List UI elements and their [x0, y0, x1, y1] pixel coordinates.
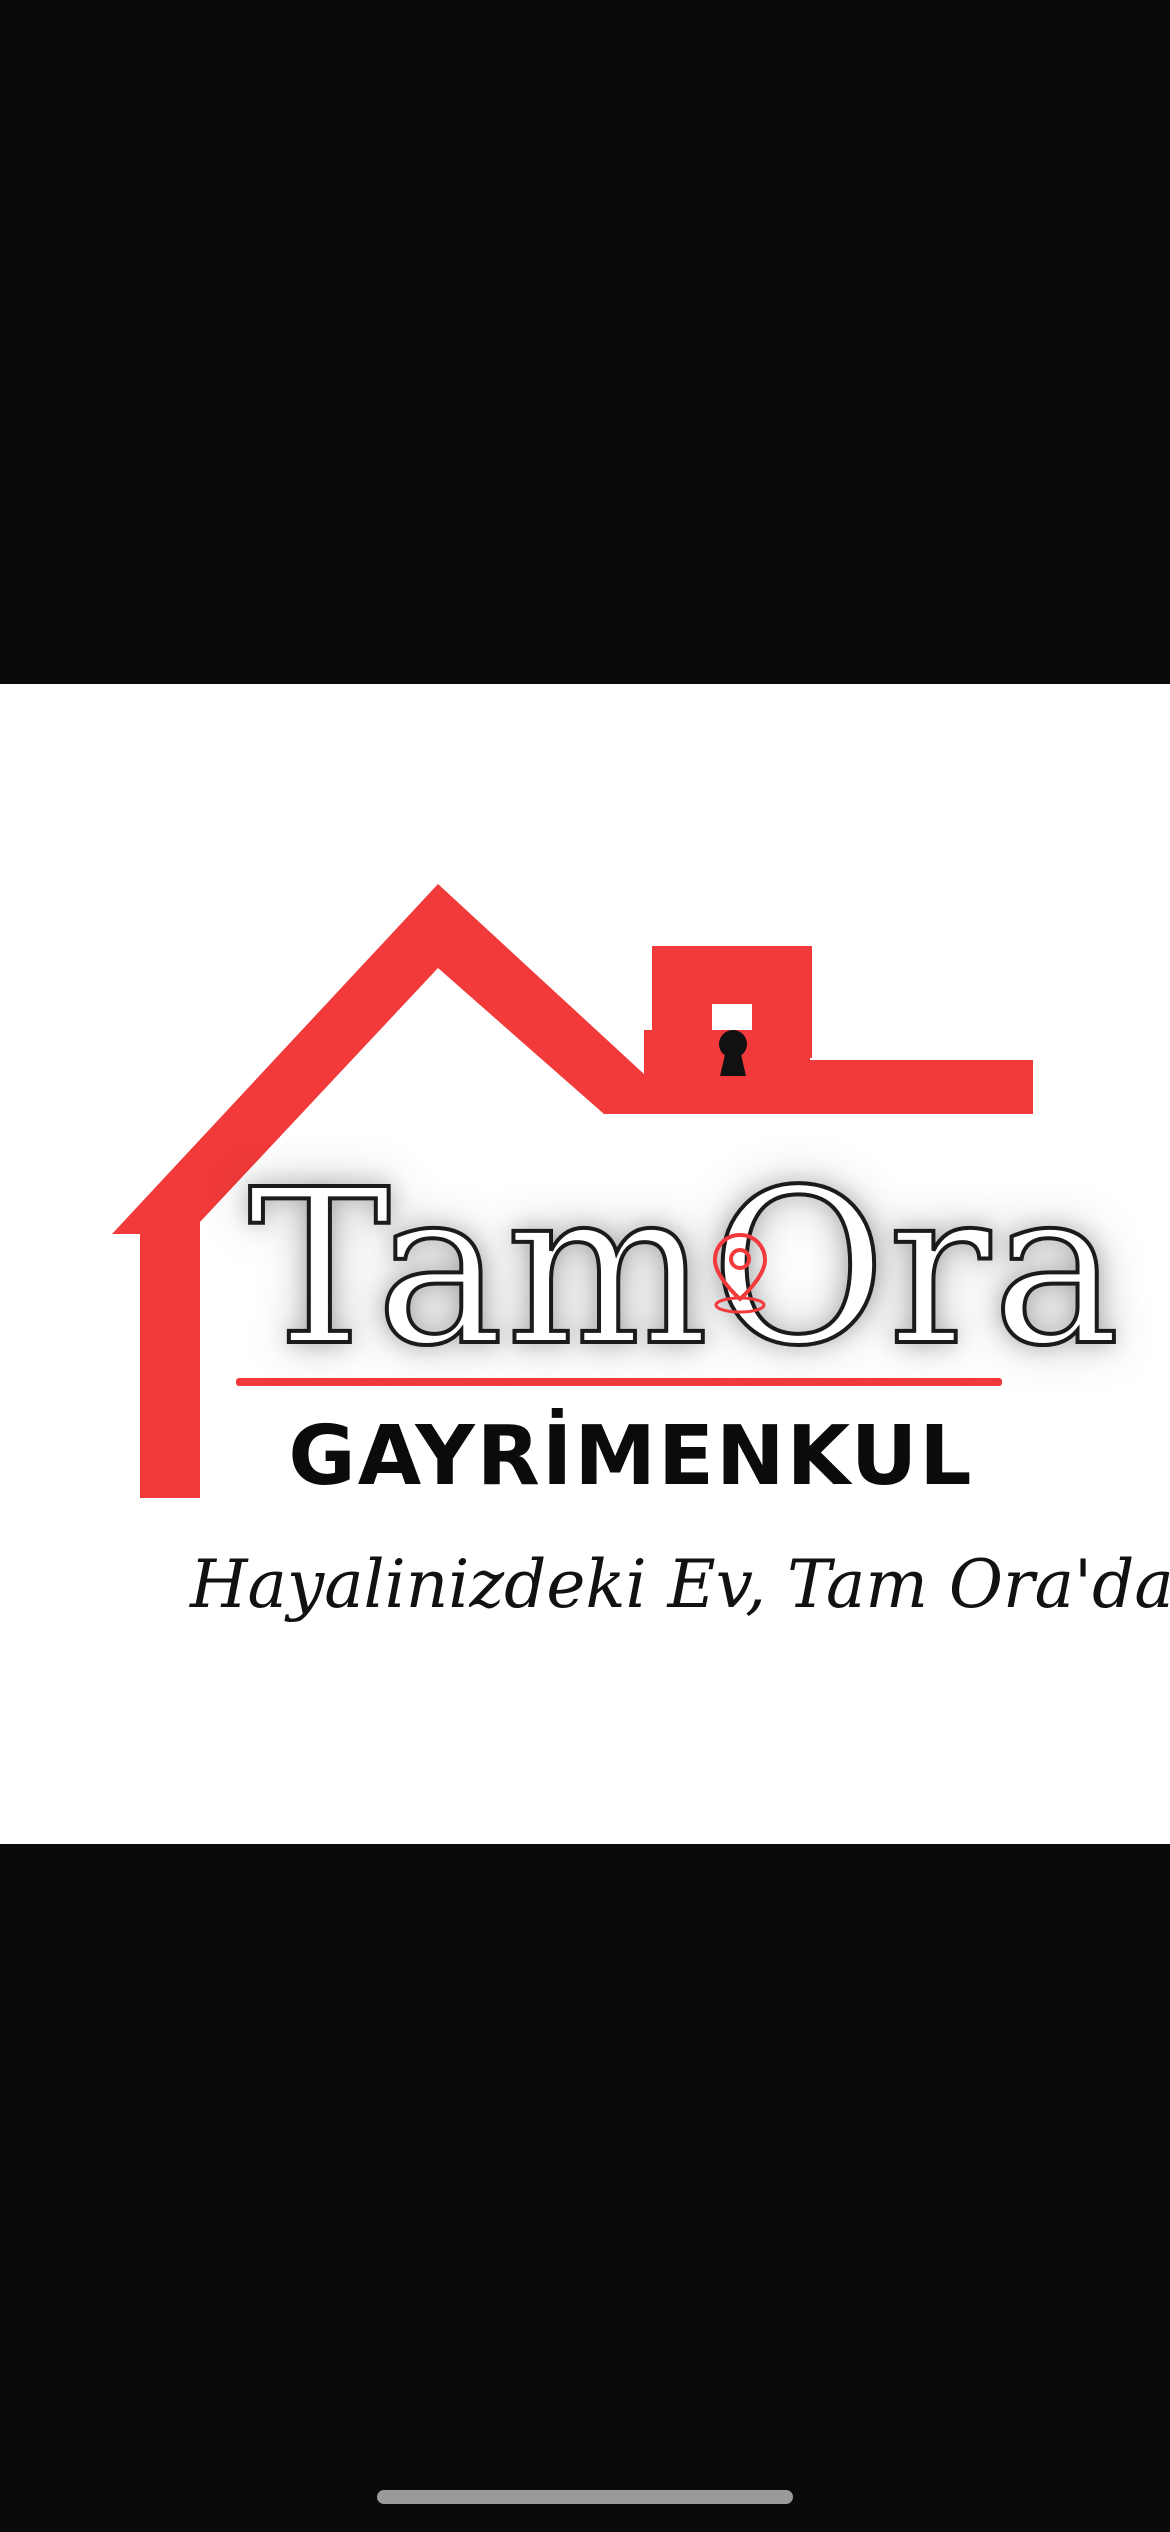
brand-name: TamOra: [246, 1144, 1122, 1393]
home-indicator[interactable]: [377, 2490, 793, 2504]
screen: TamOra GAYRİMENKUL Hayalinizdeki Ev, Tam…: [0, 0, 1170, 2532]
letterbox-bottom: [0, 1844, 1170, 2532]
keyhole-icon: [719, 1030, 747, 1076]
letterbox-top: [0, 0, 1170, 684]
tagline: Hayalinizdeki Ev, Tam Ora'da: [190, 1546, 1170, 1623]
brand-subtitle: GAYRİMENKUL: [288, 1409, 974, 1504]
location-pin-icon: [712, 1232, 768, 1314]
logo-image: TamOra GAYRİMENKUL Hayalinizdeki Ev, Tam…: [0, 684, 1170, 1844]
